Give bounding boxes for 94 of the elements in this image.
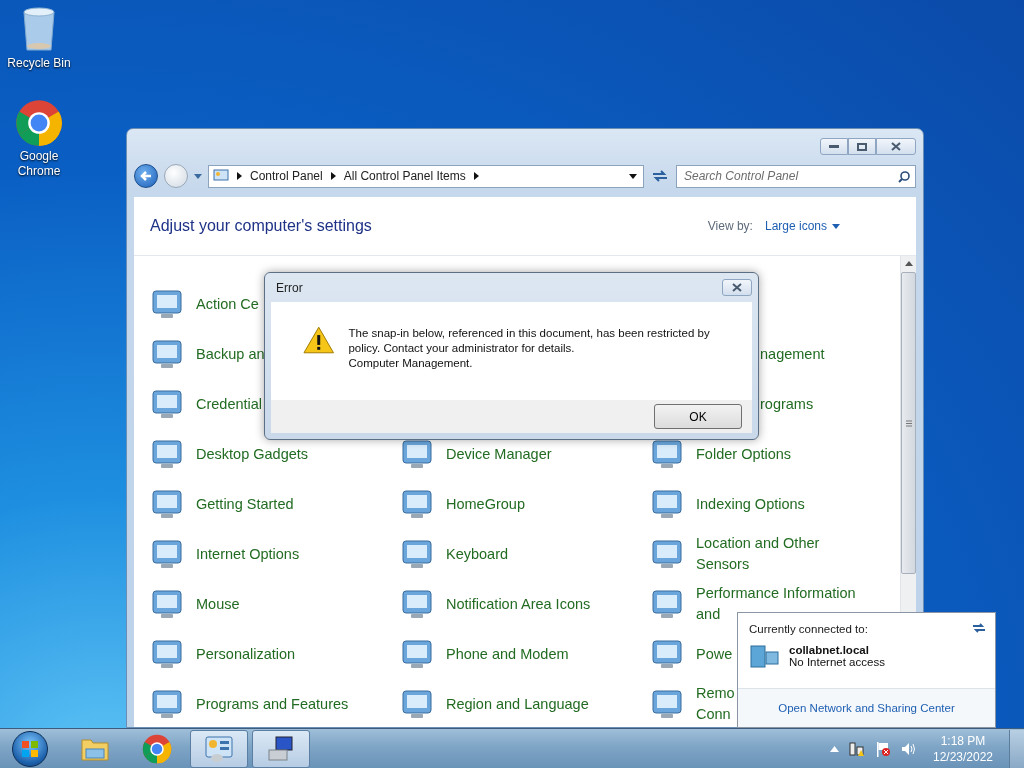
applet-icon: [150, 687, 184, 721]
close-button[interactable]: [876, 138, 916, 155]
dialog-message: The snap-in below, referenced in this document, has been restricted by policy. Contact your administrator for details.: [348, 326, 711, 356]
applet-icon: [650, 637, 684, 671]
close-icon: [732, 283, 742, 292]
applet-link[interactable]: Getting Started: [196, 493, 294, 515]
applet-icon: [150, 537, 184, 571]
history-dropdown-icon[interactable]: [194, 173, 202, 179]
applet-icon: [150, 487, 184, 521]
applet-icon: [650, 487, 684, 521]
applet-link[interactable]: Folder Options: [696, 443, 792, 465]
computer-icon: [266, 734, 296, 763]
network-status: No Internet access: [789, 656, 885, 668]
dialog-title: Error: [275, 280, 303, 295]
applet-icon: [400, 537, 434, 571]
maximize-icon: [857, 142, 867, 151]
applet-icon: [650, 687, 684, 721]
applet-link[interactable]: Backup an: [196, 343, 265, 365]
applet-link[interactable]: Credential: [196, 393, 263, 415]
applet-icon: [150, 437, 184, 471]
applet-link[interactable]: Remo Conn: [696, 683, 735, 725]
applet-icon: [150, 337, 184, 371]
applet-icon: [400, 637, 434, 671]
applet-link[interactable]: Action Ce: [196, 293, 259, 315]
applet-link[interactable]: Mouse: [196, 593, 240, 615]
applet-icon: [650, 537, 684, 571]
caret-icon: [832, 223, 840, 229]
start-button[interactable]: [12, 730, 48, 767]
popup-heading: Currently connected to:: [749, 623, 868, 635]
network-warning-icon[interactable]: [849, 740, 865, 757]
address-bar[interactable]: Control Panel All Control Panel Items: [208, 164, 644, 188]
ok-button[interactable]: OK: [654, 404, 742, 429]
search-field[interactable]: Search Control Panel: [676, 164, 916, 188]
maximize-button[interactable]: [848, 138, 876, 155]
grip-icon: [905, 419, 912, 427]
refresh-icon[interactable]: [971, 621, 987, 635]
close-icon: [891, 142, 901, 151]
applet-link[interactable]: Location and Other Sensors: [696, 533, 820, 575]
applet-icon: [400, 587, 434, 621]
dropdown-icon[interactable]: [629, 173, 637, 179]
chevron-icon: [473, 172, 479, 180]
applet-link[interactable]: Personalization: [196, 643, 296, 665]
applet-link[interactable]: rograms: [760, 393, 814, 415]
applet-icon: [150, 637, 184, 671]
warning-icon: [303, 326, 335, 354]
applet-link[interactable]: Desktop Gadgets: [196, 443, 309, 465]
control-panel-icon: [204, 734, 234, 763]
applet-icon: [150, 287, 184, 321]
desktop-icon-label[interactable]: Recycle Bin: [2, 56, 76, 71]
view-mode-dropdown[interactable]: Large icons: [764, 219, 840, 233]
applet-link[interactable]: Programs and Features: [196, 693, 349, 715]
flag-icon[interactable]: [875, 740, 891, 757]
applet-link[interactable]: Region and Language: [446, 693, 589, 715]
show-hidden-icons-icon[interactable]: [830, 745, 839, 752]
scroll-up-icon[interactable]: [904, 260, 913, 268]
applet-link[interactable]: Indexing Options: [696, 493, 805, 515]
applet-link[interactable]: Device Manager: [446, 443, 552, 465]
applet-link[interactable]: Keyboard: [446, 543, 509, 565]
applet-icon: [150, 387, 184, 421]
applet-link[interactable]: nagement: [760, 343, 825, 365]
desktop-icon-label[interactable]: Google Chrome: [2, 149, 76, 179]
applet-link[interactable]: Notification Area Icons: [446, 593, 591, 615]
back-button[interactable]: [134, 164, 158, 188]
page-heading: Adjust your computer's settings: [150, 217, 372, 235]
view-by-label: View by:: [707, 219, 753, 233]
show-desktop-button[interactable]: [1009, 729, 1024, 768]
applet-icon: [650, 437, 684, 471]
close-button[interactable]: [722, 279, 752, 296]
chrome-icon: [142, 733, 172, 764]
network-name: collabnet.local: [789, 644, 870, 656]
network-icon: [749, 643, 781, 669]
taskbar-button[interactable]: [190, 729, 248, 768]
applet-link[interactable]: Powe: [696, 643, 733, 665]
minimize-button[interactable]: [820, 138, 848, 155]
chevron-icon: [237, 172, 242, 180]
minimize-icon: [829, 144, 839, 149]
applet-link[interactable]: Phone and Modem: [446, 643, 569, 665]
chrome-icon: [15, 99, 63, 147]
control-panel-icon: [213, 169, 229, 183]
breadcrumb-item[interactable]: Control Panel: [250, 169, 323, 183]
dialog-message: Computer Management.: [348, 356, 474, 371]
applet-icon: [400, 687, 434, 721]
applet-icon: [400, 437, 434, 471]
breadcrumb-item[interactable]: All Control Panel Items: [343, 169, 466, 183]
applet-icon: [650, 587, 684, 621]
back-arrow-icon: [140, 170, 152, 182]
search-icon: [898, 170, 910, 183]
applet-link[interactable]: Internet Options: [196, 543, 300, 565]
four-squares-icon: [21, 739, 39, 758]
applet-link[interactable]: HomeGroup: [446, 493, 525, 515]
chevron-icon: [330, 172, 336, 180]
applet-icon: [150, 587, 184, 621]
applet-icon: [400, 487, 434, 521]
taskbar-button[interactable]: [252, 729, 310, 768]
